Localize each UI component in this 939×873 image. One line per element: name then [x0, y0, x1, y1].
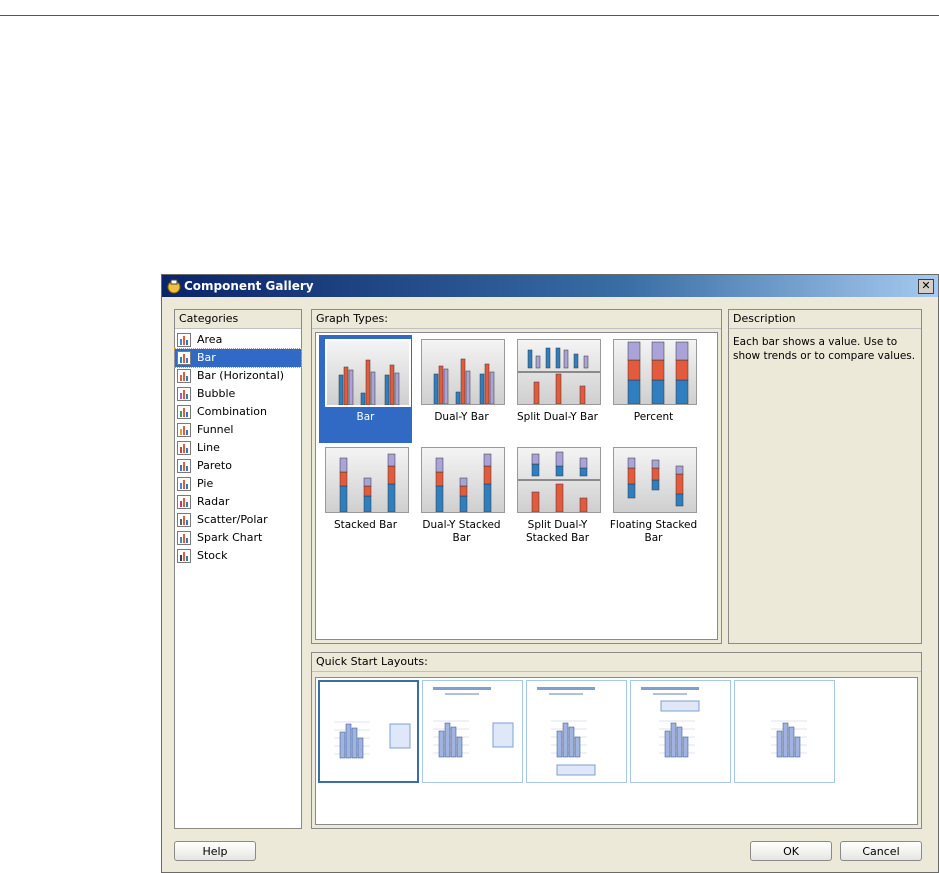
layout-preview [771, 720, 807, 758]
window-title: Component Gallery [184, 279, 314, 293]
graph-type-thumbnail [421, 447, 505, 513]
category-item-spark-chart[interactable]: Spark Chart [175, 529, 301, 547]
category-item-radar[interactable]: Radar [175, 493, 301, 511]
ok-button[interactable]: OK [750, 841, 832, 861]
graph-type-label: Bar [356, 411, 375, 423]
quick-start-layout-4[interactable] [630, 680, 731, 783]
graph-type-label: Dual-Y Stacked Bar [422, 519, 501, 544]
categories-panel: Categories Area Bar Bar (Horizontal) Bubble… [174, 309, 302, 829]
graph-type-thumbnail [517, 447, 601, 513]
quick-start-layouts [315, 677, 918, 825]
horizontal-bar-chart-icon [177, 369, 191, 383]
category-label: Bar (Horizontal) [197, 369, 285, 382]
category-label: Funnel [197, 423, 234, 436]
graph-type-label: Split Dual-Y Bar [517, 411, 598, 423]
graph-type-floating-stacked-bar[interactable]: Floating Stacked Bar [607, 443, 700, 551]
bar-chart-icon [177, 351, 191, 365]
graph-type-dual-y-bar[interactable]: Dual-Y Bar [415, 335, 508, 443]
category-item-funnel[interactable]: Funnel [175, 421, 301, 439]
area-chart-icon [177, 333, 191, 347]
quick-start-layout-5[interactable] [734, 680, 835, 783]
graph-types-grid: Bar Dual-Y Bar Split Dual-Y Bar Percent Stac… [315, 332, 718, 640]
description-panel: Description Each bar shows a value. Use … [728, 309, 922, 644]
category-item-pie[interactable]: Pie [175, 475, 301, 493]
graph-type-label: Percent [633, 411, 674, 423]
category-label: Pareto [197, 459, 232, 472]
categories-header: Categories [175, 310, 301, 329]
quick-start-panel: Quick Start Layouts: [311, 652, 922, 829]
category-item-scatter-polar[interactable]: Scatter/Polar [175, 511, 301, 529]
category-item-bar[interactable]: Bar [174, 348, 302, 368]
line-chart-icon [177, 441, 191, 455]
funnel-chart-icon [177, 423, 191, 437]
layout-preview [433, 687, 514, 758]
pie-chart-icon [177, 477, 191, 491]
close-button[interactable]: ✕ [918, 279, 934, 294]
bubble-chart-icon [177, 387, 191, 401]
graph-type-label: Floating Stacked Bar [609, 519, 698, 544]
graph-type-thumbnail [325, 447, 409, 513]
category-label: Pie [197, 477, 214, 490]
graph-type-bar[interactable]: Bar [319, 335, 412, 443]
quick-start-layout-1[interactable] [318, 680, 419, 783]
pareto-chart-icon [177, 459, 191, 473]
category-item-line[interactable]: Line [175, 439, 301, 457]
combination-chart-icon [177, 405, 191, 419]
category-label: Combination [197, 405, 267, 418]
description-header: Description [729, 310, 921, 329]
graph-type-stacked-bar[interactable]: Stacked Bar [319, 443, 412, 551]
graph-type-percent[interactable]: Percent [607, 335, 700, 443]
graph-type-thumbnail [613, 339, 697, 405]
quick-start-layout-3[interactable] [526, 680, 627, 783]
categories-list: Area Bar Bar (Horizontal) Bubble Combination… [174, 329, 302, 565]
graph-type-thumbnail [421, 339, 505, 405]
category-label: Scatter/Polar [197, 513, 268, 526]
category-label: Bubble [197, 387, 236, 400]
category-item-bubble[interactable]: Bubble [175, 385, 301, 403]
graph-type-split-dual-y-bar[interactable]: Split Dual-Y Bar [511, 335, 604, 443]
category-item-stock[interactable]: Stock [175, 547, 301, 565]
category-label: Area [197, 333, 223, 346]
scatter-chart-icon [177, 513, 191, 527]
category-item-combination[interactable]: Combination [175, 403, 301, 421]
layout-preview [334, 721, 411, 759]
title-bar[interactable]: Component Gallery ✕ [162, 275, 938, 297]
layout-preview [537, 687, 596, 776]
graph-type-dual-y-stacked-bar[interactable]: Dual-Y Stacked Bar [415, 443, 508, 551]
component-gallery-dialog: Component Gallery ✕ Categories Area Bar Ba… [161, 274, 939, 873]
graph-type-label: Stacked Bar [333, 519, 398, 531]
graph-type-label: Split Dual-Y Stacked Bar [525, 519, 590, 544]
radar-chart-icon [177, 495, 191, 509]
graph-type-thumbnail [613, 447, 697, 513]
category-label: Stock [197, 549, 228, 562]
stock-chart-icon [177, 549, 191, 563]
category-label: Line [197, 441, 220, 454]
layout-preview [641, 687, 700, 758]
quick-start-layout-2[interactable] [422, 680, 523, 783]
graph-type-thumbnail [517, 339, 601, 405]
category-item-bar-horizontal[interactable]: Bar (Horizontal) [175, 367, 301, 385]
graph-type-split-dual-y-stacked-bar[interactable]: Split Dual-Y Stacked Bar [511, 443, 604, 551]
category-label: Bar [197, 351, 216, 364]
category-label: Radar [197, 495, 230, 508]
category-label: Spark Chart [197, 531, 263, 544]
spark-chart-icon [177, 531, 191, 545]
graph-types-panel: Graph Types: Bar Dual-Y Bar Split Dual-Y B… [311, 309, 722, 644]
cancel-button[interactable]: Cancel [840, 841, 922, 861]
category-item-area[interactable]: Area [175, 331, 301, 349]
quick-start-header: Quick Start Layouts: [312, 653, 921, 672]
description-text: Each bar shows a value. Use to show tren… [733, 336, 916, 362]
graph-type-thumbnail [325, 339, 411, 407]
category-item-pareto[interactable]: Pareto [175, 457, 301, 475]
graph-type-label: Dual-Y Bar [434, 411, 489, 423]
top-divider-line [0, 15, 939, 16]
graph-types-header: Graph Types: [312, 310, 721, 329]
help-button[interactable]: Help [174, 841, 256, 861]
gallery-icon [167, 279, 181, 294]
